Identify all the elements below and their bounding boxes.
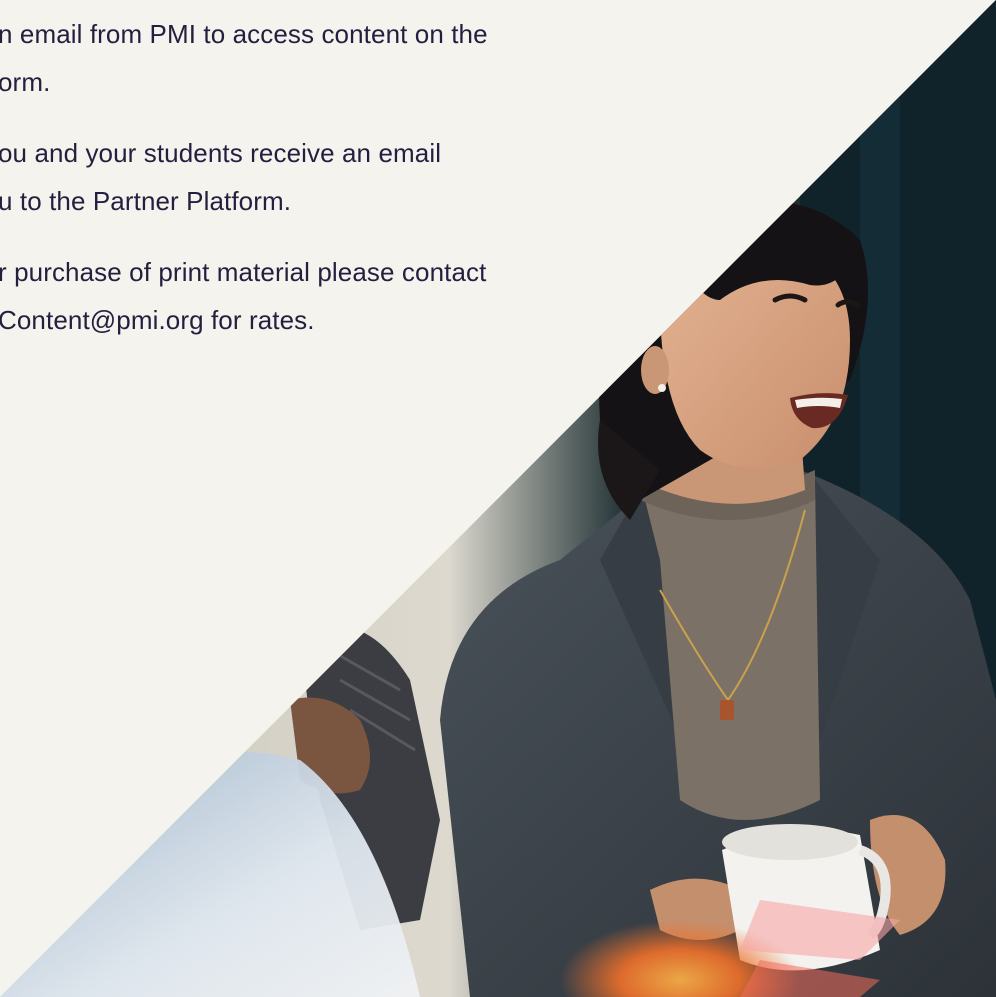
diagonal-photo — [0, 0, 996, 997]
slide: n email from PMI to access content on th… — [0, 0, 996, 997]
